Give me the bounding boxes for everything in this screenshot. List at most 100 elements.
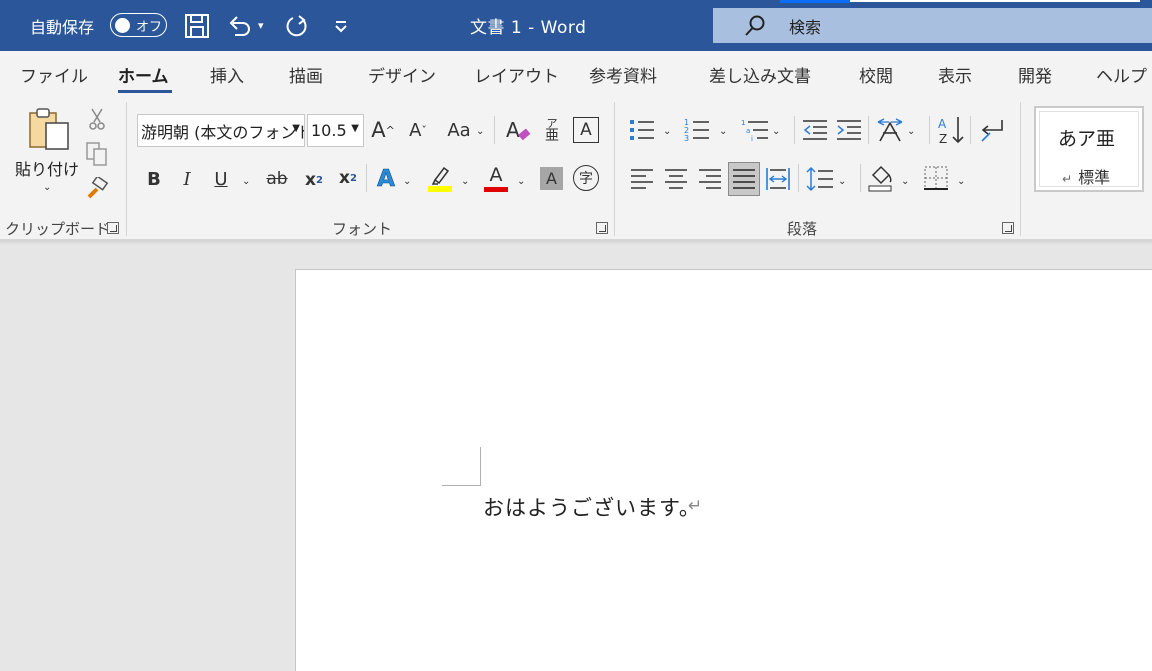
show-formatting-marks-icon[interactable] <box>978 116 1006 144</box>
tab-file[interactable]: ファイル <box>20 62 88 87</box>
phonetic-guide-icon[interactable]: ア 亜 <box>539 114 565 146</box>
tab-insert[interactable]: 挿入 <box>210 62 244 87</box>
paragraph-separator <box>860 164 861 192</box>
undo-chevron-down-icon[interactable]: ▾ <box>258 0 264 51</box>
customize-qat-icon[interactable] <box>325 10 357 42</box>
align-left-icon[interactable] <box>629 166 655 192</box>
search-accent-line-2 <box>850 0 1140 2</box>
font-size-chevron-down-icon: ▼ <box>351 123 359 134</box>
style-name-label: 標準 <box>1078 168 1111 187</box>
clipboard-launcher-icon[interactable] <box>107 222 119 234</box>
multilevel-chevron-down-icon[interactable]: ⌄ <box>772 126 780 137</box>
cut-icon[interactable] <box>86 106 108 132</box>
margin-marker-horizontal <box>442 485 481 486</box>
paragraph-launcher-icon[interactable] <box>1002 222 1014 234</box>
strikethrough-button[interactable]: ab <box>263 166 291 192</box>
autosave-toggle[interactable]: オフ <box>110 13 167 37</box>
decrease-indent-icon[interactable] <box>802 116 828 144</box>
underline-button[interactable]: U <box>210 166 232 192</box>
tab-layout[interactable]: レイアウト <box>474 62 559 87</box>
shrink-font-letter: A <box>409 119 422 141</box>
justify-icon[interactable] <box>728 162 760 196</box>
shrink-font-icon[interactable]: Aˇ <box>404 115 432 145</box>
shading-chevron-down-icon[interactable]: ⌄ <box>901 176 909 187</box>
line-spacing-chevron-down-icon[interactable]: ⌄ <box>838 176 846 187</box>
enclose-characters-button[interactable]: 字 <box>573 165 599 191</box>
change-case-chevron-down-icon[interactable]: ⌄ <box>476 126 484 137</box>
superscript-button[interactable]: x2 <box>336 164 360 192</box>
tab-help[interactable]: ヘルプ <box>1096 62 1147 87</box>
svg-text:A: A <box>938 117 947 131</box>
search-accent-line <box>780 0 850 3</box>
copy-icon[interactable] <box>84 140 110 168</box>
borders-icon[interactable] <box>922 164 950 192</box>
style-normal[interactable]: あア亜 ↵ 標準 <box>1034 106 1144 192</box>
distributed-icon[interactable] <box>764 164 792 194</box>
tab-draw[interactable]: 描画 <box>289 62 323 87</box>
change-case-button[interactable]: Aa <box>443 115 475 145</box>
bold-button[interactable]: B <box>143 166 165 192</box>
font-color-chevron-down-icon[interactable]: ⌄ <box>517 176 525 187</box>
autosave-state: オフ <box>136 19 163 35</box>
text-effects-chevron-down-icon[interactable]: ⌄ <box>403 176 411 187</box>
font-size-combo[interactable]: 10.5 ▼ <box>307 114 364 147</box>
increase-indent-icon[interactable] <box>836 116 862 144</box>
line-spacing-icon[interactable] <box>806 164 834 194</box>
subscript-letter: x <box>305 170 316 190</box>
clear-formatting-icon[interactable]: A <box>503 114 533 146</box>
font-size-value: 10.5 <box>311 121 347 140</box>
paragraph-separator <box>970 116 971 144</box>
tab-home[interactable]: ホーム <box>118 62 169 87</box>
redo-icon[interactable] <box>281 10 313 42</box>
highlight-chevron-down-icon[interactable]: ⌄ <box>461 176 469 187</box>
paste-chevron-down-icon[interactable]: ⌄ <box>43 182 51 193</box>
align-right-icon[interactable] <box>697 166 723 192</box>
font-launcher-icon[interactable] <box>596 222 608 234</box>
search-box[interactable]: 検索 <box>713 8 1152 43</box>
numbering-chevron-down-icon[interactable]: ⌄ <box>719 126 727 137</box>
font-color-button[interactable]: A <box>483 162 509 194</box>
clipboard-group-label: クリップボード <box>5 220 111 238</box>
document-text[interactable]: おはようございます。 <box>483 492 701 522</box>
svg-text:3: 3 <box>684 134 689 143</box>
italic-button[interactable]: I <box>177 166 197 192</box>
tab-review[interactable]: 校閲 <box>859 62 893 87</box>
underline-chevron-down-icon[interactable]: ⌄ <box>242 176 250 187</box>
tab-developer[interactable]: 開発 <box>1018 62 1052 87</box>
align-center-icon[interactable] <box>663 166 689 192</box>
undo-icon[interactable] <box>224 10 256 42</box>
font-name-combo[interactable]: 游明朝 (本文のフォント) ▼ <box>137 114 305 147</box>
document-page[interactable] <box>295 269 1152 671</box>
save-icon[interactable] <box>181 10 213 42</box>
numbering-icon[interactable]: 123 <box>684 116 710 144</box>
sort-icon[interactable]: AZ <box>937 114 965 146</box>
highlight-icon[interactable] <box>427 164 453 194</box>
paste-icon[interactable] <box>24 104 74 154</box>
tab-mailings[interactable]: 差し込み文書 <box>709 62 811 87</box>
text-effects-button[interactable]: A <box>373 164 399 194</box>
subscript-button[interactable]: x2 <box>302 166 326 194</box>
font-name-value: 游明朝 (本文のフォント) <box>141 122 305 142</box>
svg-text:i: i <box>751 135 753 143</box>
paste-button-label[interactable]: 貼り付け <box>15 156 79 180</box>
asian-layout-icon[interactable] <box>876 116 904 144</box>
format-painter-icon[interactable] <box>84 176 110 202</box>
autosave-label: 自動保存 <box>30 17 95 37</box>
bullets-icon[interactable] <box>629 116 655 144</box>
title-bar: 自動保存 オフ ▾ 文書 1 - Word 検索 <box>0 0 1152 51</box>
tab-references[interactable]: 参考資料 <box>589 62 657 87</box>
shading-icon[interactable] <box>866 162 896 194</box>
tab-view[interactable]: 表示 <box>938 62 972 87</box>
grow-font-icon[interactable]: A ^ <box>369 115 397 145</box>
asian-layout-chevron-down-icon[interactable]: ⌄ <box>907 126 915 137</box>
character-border-icon[interactable]: A <box>573 117 599 143</box>
bullets-chevron-down-icon[interactable]: ⌄ <box>663 126 671 137</box>
paragraph-separator <box>798 164 799 192</box>
multilevel-list-icon[interactable]: 1ai <box>741 116 769 144</box>
character-border-letter: A <box>580 120 592 140</box>
borders-chevron-down-icon[interactable]: ⌄ <box>957 176 965 187</box>
paragraph-mark-icon: ↵ <box>1062 172 1073 186</box>
character-shading-button[interactable]: A <box>540 167 563 190</box>
tab-design[interactable]: デザイン <box>368 62 436 87</box>
style-name: ↵ 標準 <box>1062 164 1110 188</box>
